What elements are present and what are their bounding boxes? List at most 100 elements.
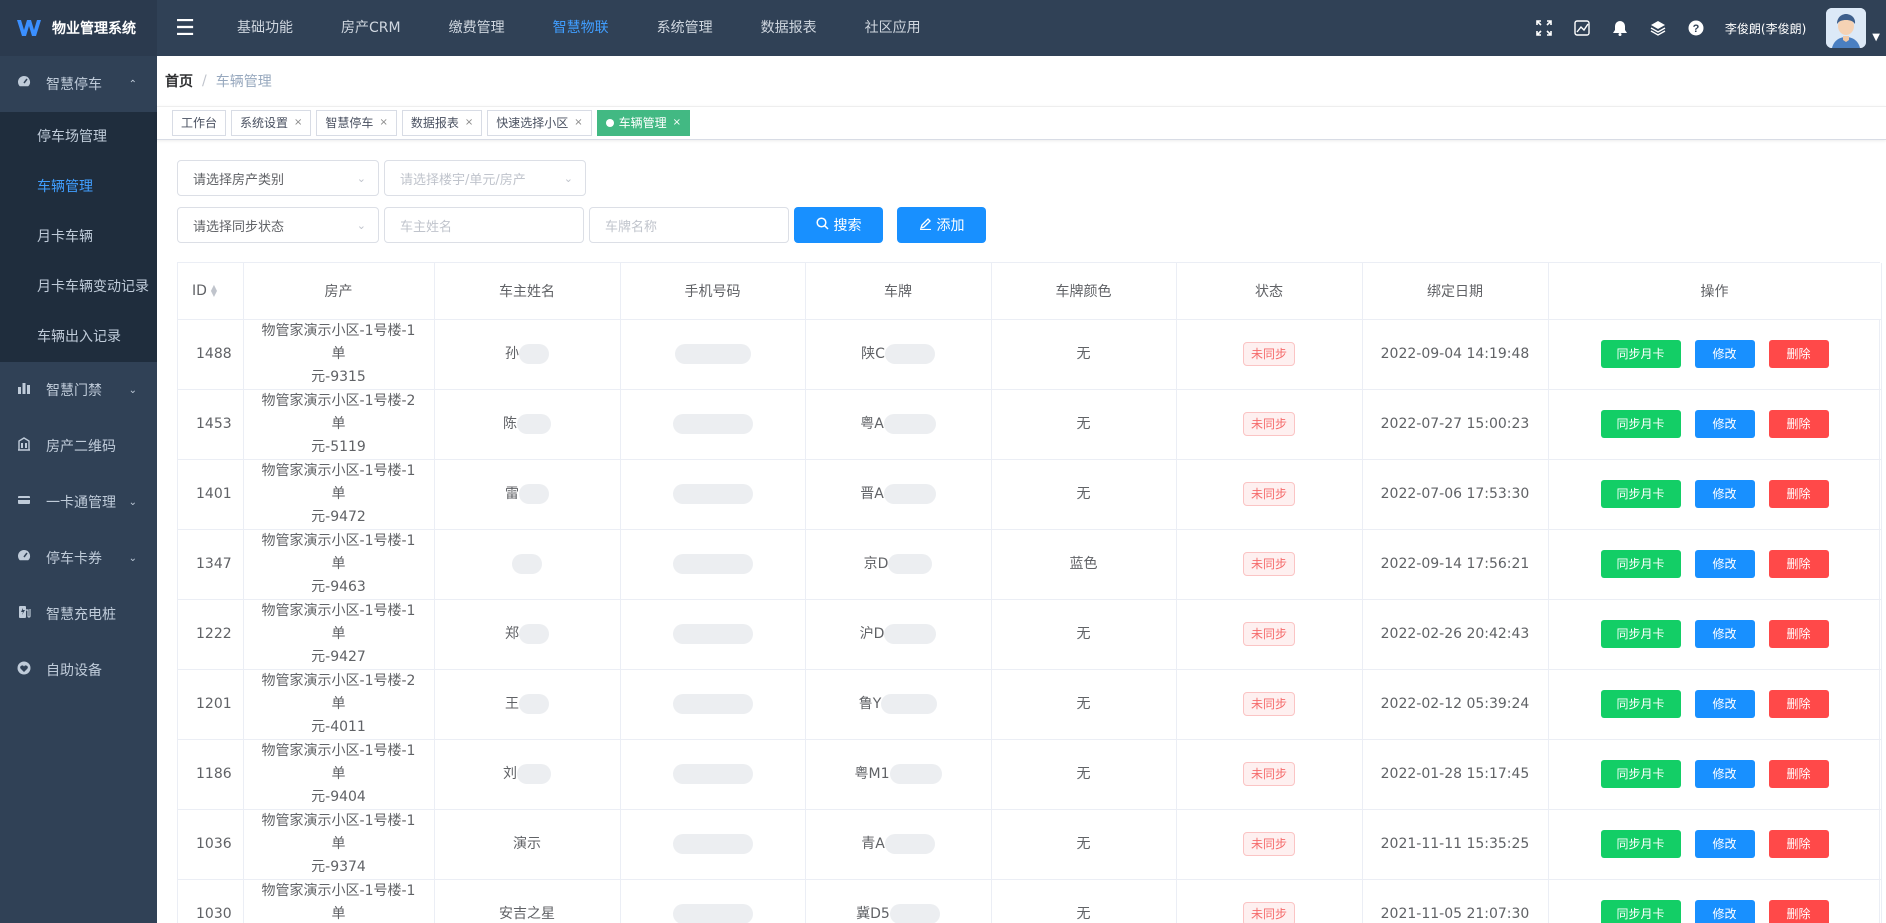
sidebar-group-card[interactable]: 一卡通管理 ⌄ bbox=[0, 474, 157, 530]
owner-name-input[interactable]: 车主姓名 bbox=[384, 207, 584, 243]
edit-button[interactable]: 修改 bbox=[1694, 620, 1755, 648]
tab-system-settings[interactable]: 系统设置 × bbox=[231, 110, 312, 136]
chevron-down-icon[interactable]: ▼ bbox=[1872, 32, 1880, 43]
sync-monthly-card-button[interactable]: 同步月卡 bbox=[1600, 830, 1681, 858]
redacted-mask bbox=[672, 483, 753, 504]
sort-icon[interactable]: ▲ ▼ bbox=[211, 283, 217, 297]
nav-community[interactable]: 社区应用 bbox=[841, 0, 945, 56]
delete-button[interactable]: 删除 bbox=[1768, 620, 1829, 648]
sidebar-group-label: 房产二维码 bbox=[46, 439, 116, 455]
edit-button[interactable]: 修改 bbox=[1694, 410, 1755, 438]
delete-button[interactable]: 删除 bbox=[1768, 900, 1829, 923]
delete-button[interactable]: 删除 bbox=[1768, 830, 1829, 858]
avatar[interactable] bbox=[1826, 8, 1867, 48]
tab-workbench[interactable]: 工作台 bbox=[172, 110, 227, 136]
sidebar-group-self-service[interactable]: 自助设备 bbox=[0, 642, 157, 698]
redacted-mask bbox=[672, 903, 753, 923]
tab-quick-select[interactable]: 快速选择小区 × bbox=[487, 110, 592, 136]
sync-monthly-card-button[interactable]: 同步月卡 bbox=[1600, 760, 1681, 788]
cell-id: 1030 bbox=[178, 879, 244, 923]
nav-basic[interactable]: 基础功能 bbox=[213, 0, 317, 56]
sidebar-item-monthly-vehicles[interactable]: 月卡车辆 bbox=[0, 212, 157, 262]
sidebar-item-monthly-changes[interactable]: 月卡车辆变动记录 bbox=[0, 262, 157, 312]
edit-button[interactable]: 修改 bbox=[1694, 480, 1755, 508]
delete-button[interactable]: 删除 bbox=[1768, 410, 1829, 438]
nav-system[interactable]: 系统管理 bbox=[633, 0, 737, 56]
dashboard-icon bbox=[16, 549, 32, 567]
table-row: 1201 物管家演示小区-1号楼-2单 元-4011 王 鲁Y 无 未同步 2022-02-1… bbox=[178, 669, 1882, 740]
bell-icon[interactable] bbox=[1601, 0, 1639, 56]
sync-monthly-card-button[interactable]: 同步月卡 bbox=[1600, 550, 1681, 578]
redacted-mask bbox=[672, 623, 753, 644]
nav-payment[interactable]: 缴费管理 bbox=[425, 0, 529, 56]
sync-monthly-card-button[interactable]: 同步月卡 bbox=[1600, 900, 1681, 923]
nav-iot[interactable]: 智慧物联 bbox=[529, 0, 633, 56]
delete-button[interactable]: 删除 bbox=[1768, 760, 1829, 788]
redacted-mask bbox=[889, 903, 940, 923]
breadcrumb-home[interactable]: 首页 bbox=[165, 71, 193, 91]
help-icon[interactable]: ? bbox=[1677, 0, 1715, 56]
building-select[interactable]: 请选择楼宇/单元/房产 ⌄ bbox=[384, 160, 586, 196]
nav-crm[interactable]: 房产CRM bbox=[317, 0, 425, 56]
edit-button[interactable]: 修改 bbox=[1694, 830, 1755, 858]
sidebar-group-qrcode[interactable]: 房产二维码 bbox=[0, 418, 157, 474]
sync-status-select[interactable]: 请选择同步状态 ⌄ bbox=[177, 207, 379, 243]
close-icon[interactable]: × bbox=[465, 111, 473, 135]
cell-date: 2022-01-28 15:17:45 bbox=[1362, 739, 1549, 810]
close-icon[interactable]: × bbox=[294, 111, 302, 135]
add-button[interactable]: 添加 bbox=[897, 207, 986, 243]
sidebar-group-smart-parking[interactable]: 智慧停车 ⌃ bbox=[0, 56, 157, 112]
delete-button[interactable]: 删除 bbox=[1768, 690, 1829, 718]
edit-button[interactable]: 修改 bbox=[1694, 690, 1755, 718]
menu-toggle-icon[interactable]: ☰ bbox=[157, 0, 213, 56]
close-icon[interactable]: × bbox=[379, 111, 387, 135]
close-icon[interactable]: × bbox=[574, 111, 582, 135]
close-icon[interactable]: × bbox=[673, 111, 681, 135]
column-header-id[interactable]: ID ▲ ▼ bbox=[178, 263, 244, 320]
sidebar-group-coupons[interactable]: 停车卡券 ⌄ bbox=[0, 530, 157, 586]
column-header-plate: 车牌 bbox=[805, 263, 992, 320]
fullscreen-icon[interactable] bbox=[1525, 0, 1563, 56]
cell-id: 1222 bbox=[178, 599, 244, 670]
property-type-select[interactable]: 请选择房产类别 ⌄ bbox=[177, 160, 379, 196]
brand[interactable]: 物业管理系统 bbox=[0, 0, 157, 56]
cell-date: 2022-02-12 05:39:24 bbox=[1362, 669, 1549, 740]
redacted-mask bbox=[517, 763, 551, 784]
cell-phone bbox=[620, 599, 806, 670]
cell-status: 未同步 bbox=[1176, 459, 1363, 530]
edit-button[interactable]: 修改 bbox=[1694, 760, 1755, 788]
tab-data-reports[interactable]: 数据报表 × bbox=[401, 110, 483, 136]
search-button[interactable]: 搜索 bbox=[794, 207, 883, 243]
sync-monthly-card-button[interactable]: 同步月卡 bbox=[1600, 340, 1681, 368]
cell-phone bbox=[620, 319, 806, 390]
sync-monthly-card-button[interactable]: 同步月卡 bbox=[1600, 480, 1681, 508]
delete-button[interactable]: 删除 bbox=[1768, 340, 1829, 368]
username[interactable]: 李俊朗(李俊朗) bbox=[1725, 20, 1806, 37]
cell-date: 2022-02-26 20:42:43 bbox=[1362, 599, 1549, 670]
sync-monthly-card-button[interactable]: 同步月卡 bbox=[1600, 410, 1681, 438]
tab-vehicle-management[interactable]: 车辆管理 × bbox=[596, 110, 691, 136]
sidebar-group-access-control[interactable]: 智慧门禁 ⌄ bbox=[0, 362, 157, 418]
status-badge: 未同步 bbox=[1242, 832, 1295, 856]
sidebar-group-charger[interactable]: 智慧充电桩 bbox=[0, 586, 157, 642]
nav-reports[interactable]: 数据报表 bbox=[737, 0, 841, 56]
edit-button[interactable]: 修改 bbox=[1694, 340, 1755, 368]
tab-smart-parking[interactable]: 智慧停车 × bbox=[316, 110, 397, 136]
chart-icon[interactable] bbox=[1563, 0, 1601, 56]
cell-phone bbox=[620, 809, 806, 880]
cell-status: 未同步 bbox=[1176, 389, 1363, 460]
sync-monthly-card-button[interactable]: 同步月卡 bbox=[1600, 690, 1681, 718]
plate-input[interactable]: 车牌名称 bbox=[589, 207, 789, 243]
edit-button[interactable]: 修改 bbox=[1694, 900, 1755, 923]
cell-owner: 雷 bbox=[434, 459, 621, 530]
sidebar-item-parking-lot[interactable]: 停车场管理 bbox=[0, 112, 157, 162]
sync-monthly-card-button[interactable]: 同步月卡 bbox=[1600, 620, 1681, 648]
layers-icon[interactable] bbox=[1639, 0, 1677, 56]
cell-owner: 演示 bbox=[434, 809, 621, 880]
cell-actions: 同步月卡 修改 删除 bbox=[1548, 809, 1882, 880]
delete-button[interactable]: 删除 bbox=[1768, 550, 1829, 578]
sidebar-item-vehicle-management[interactable]: 车辆管理 bbox=[0, 162, 157, 212]
edit-button[interactable]: 修改 bbox=[1694, 550, 1755, 578]
delete-button[interactable]: 删除 bbox=[1768, 480, 1829, 508]
sidebar-item-entry-exit[interactable]: 车辆出入记录 bbox=[0, 312, 157, 362]
